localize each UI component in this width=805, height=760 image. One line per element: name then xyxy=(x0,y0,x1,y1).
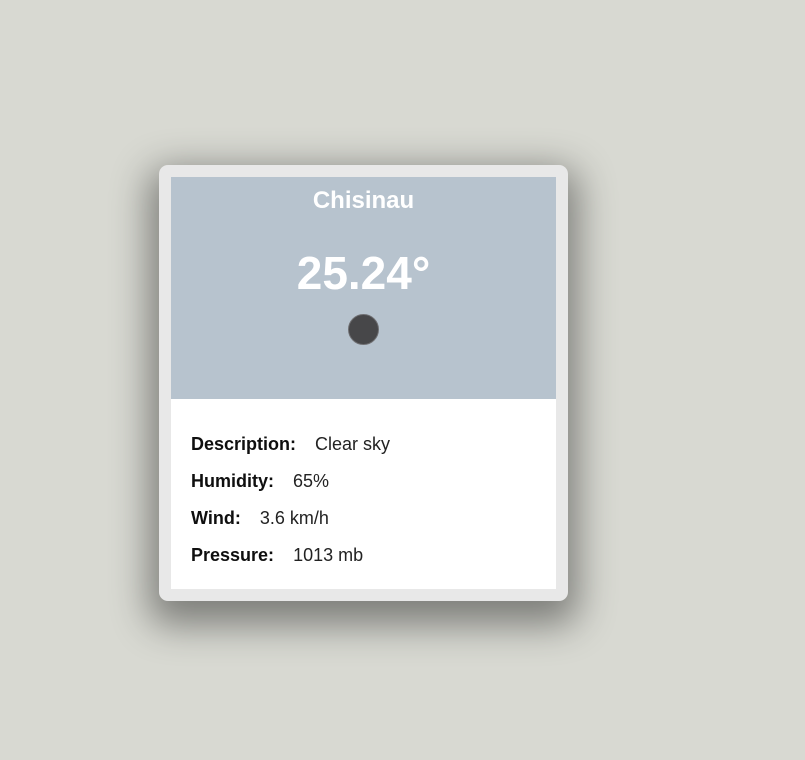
description-row: Description: Clear sky xyxy=(191,425,536,463)
weather-header: Chisinau 25.24° xyxy=(171,177,556,399)
pressure-value: 1013 mb xyxy=(293,544,364,565)
wind-row: Wind: 3.6 km/h xyxy=(191,499,536,537)
city-name: Chisinau xyxy=(312,187,415,214)
pressure-row: Pressure: 1013 mb xyxy=(191,536,536,574)
weather-card-inner: Chisinau 25.24° Description: Clear sky H… xyxy=(171,177,556,589)
wind-label: Wind: xyxy=(191,507,241,528)
pressure-label: Pressure: xyxy=(191,544,275,565)
temperature: 25.24° xyxy=(296,247,431,299)
weather-card: Chisinau 25.24° Description: Clear sky H… xyxy=(159,165,568,601)
weather-details: Description: Clear sky Humidity: 65% Win… xyxy=(171,399,556,589)
humidity-value: 65% xyxy=(293,470,330,491)
description-value: Clear sky xyxy=(315,433,391,454)
wind-value: 3.6 km/h xyxy=(259,507,329,528)
humidity-label: Humidity: xyxy=(191,470,274,491)
weather-condition-icon xyxy=(348,314,379,345)
description-label: Description: xyxy=(191,433,297,454)
humidity-row: Humidity: 65% xyxy=(191,462,536,500)
